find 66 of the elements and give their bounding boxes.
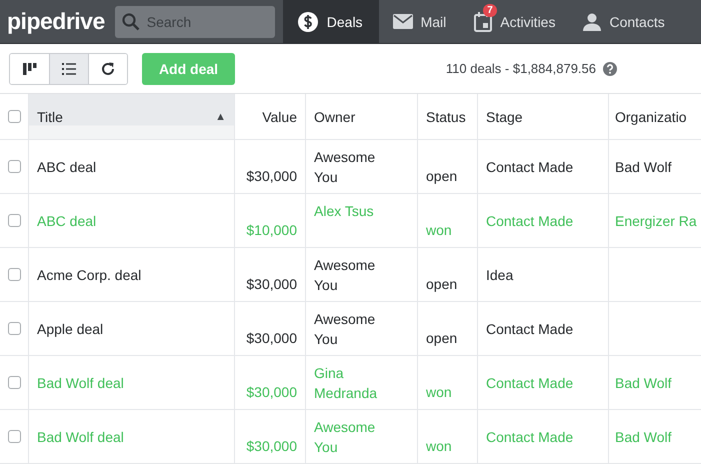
list-view-button[interactable]	[49, 54, 88, 84]
deal-value: $30,000	[246, 438, 297, 454]
deal-title[interactable]: ABC deal	[37, 158, 96, 174]
search-field[interactable]: Search	[114, 6, 275, 38]
deal-status: won	[426, 438, 452, 454]
column-header[interactable]: Stage	[477, 94, 608, 139]
column-header-label: Owner	[314, 108, 356, 124]
deal-stage: Contact Made	[486, 158, 574, 174]
deals-summary: 110 deals - $1,884,879.56	[446, 61, 596, 76]
column-header[interactable]: Value	[234, 94, 305, 139]
deal-status: open	[426, 330, 458, 346]
refresh-icon	[101, 62, 115, 76]
refresh-button[interactable]	[88, 54, 127, 84]
deal-status: won	[426, 384, 452, 400]
sort-ascending-icon: ▲	[215, 110, 226, 122]
row-checkbox[interactable]	[8, 268, 20, 281]
brand-logo[interactable]: pipedrive	[0, 8, 115, 35]
nav-tab[interactable]: 7 Activities	[460, 0, 570, 43]
row-checkbox[interactable]	[8, 322, 20, 335]
calendar-icon	[474, 12, 492, 32]
deal-owner: Alex Tsus	[314, 202, 374, 221]
deal-value: $30,000	[246, 276, 297, 292]
row-checkbox[interactable]	[8, 376, 20, 389]
column-header-label: Title	[37, 108, 63, 124]
deal-stage: Contact Made	[486, 374, 574, 390]
deal-value: $10,000	[246, 222, 297, 238]
deal-status: open	[426, 276, 458, 292]
column-header[interactable]: Title ▲	[28, 94, 234, 139]
deal-value: $30,000	[246, 330, 297, 346]
deal-stage: Contact Made	[486, 212, 574, 228]
person-icon	[583, 12, 602, 30]
mail-icon	[392, 14, 413, 29]
row-checkbox[interactable]	[8, 160, 20, 173]
deal-title[interactable]: Apple deal	[37, 320, 104, 336]
column-header[interactable]: Status	[417, 94, 477, 139]
deal-value: $30,000	[246, 384, 297, 400]
row-checkbox[interactable]	[8, 430, 20, 443]
deal-stage: Contact Made	[486, 428, 574, 444]
deal-title[interactable]: Acme Corp. deal	[37, 266, 142, 282]
column-header[interactable]: Organizatio	[608, 94, 701, 139]
deal-owner: Awesome You	[314, 418, 376, 457]
help-icon[interactable]	[603, 62, 617, 76]
columns-icon	[22, 62, 36, 74]
column-header-label: Stage	[486, 108, 523, 124]
nav-tab[interactable]: Mail	[378, 0, 460, 43]
deal-stage: Contact Made	[486, 320, 574, 336]
deal-status: open	[426, 168, 458, 184]
nav-tab[interactable]: Contacts	[569, 0, 679, 43]
deal-value: $30,000	[246, 168, 297, 184]
deal-status: won	[426, 222, 452, 238]
deal-organization[interactable]: Bad Wolf	[615, 158, 672, 174]
column-header-label: Organizatio	[615, 108, 687, 124]
deal-owner: Gina Medranda	[314, 364, 378, 403]
row-checkbox[interactable]	[8, 214, 20, 227]
column-header-label: Status	[426, 108, 466, 124]
deal-owner: Awesome You	[314, 148, 376, 187]
dollar-icon	[296, 10, 319, 32]
nav-tab[interactable]: Deals	[282, 0, 379, 43]
list-icon	[62, 62, 76, 74]
deal-stage: Idea	[486, 266, 514, 282]
notification-badge: 7	[483, 4, 497, 16]
select-all-checkbox[interactable]	[8, 110, 20, 123]
deal-owner: Awesome You	[314, 256, 376, 295]
deal-owner: Awesome You	[314, 310, 376, 349]
column-header-label: Value	[262, 108, 297, 124]
column-header[interactable]: Owner	[305, 94, 417, 139]
